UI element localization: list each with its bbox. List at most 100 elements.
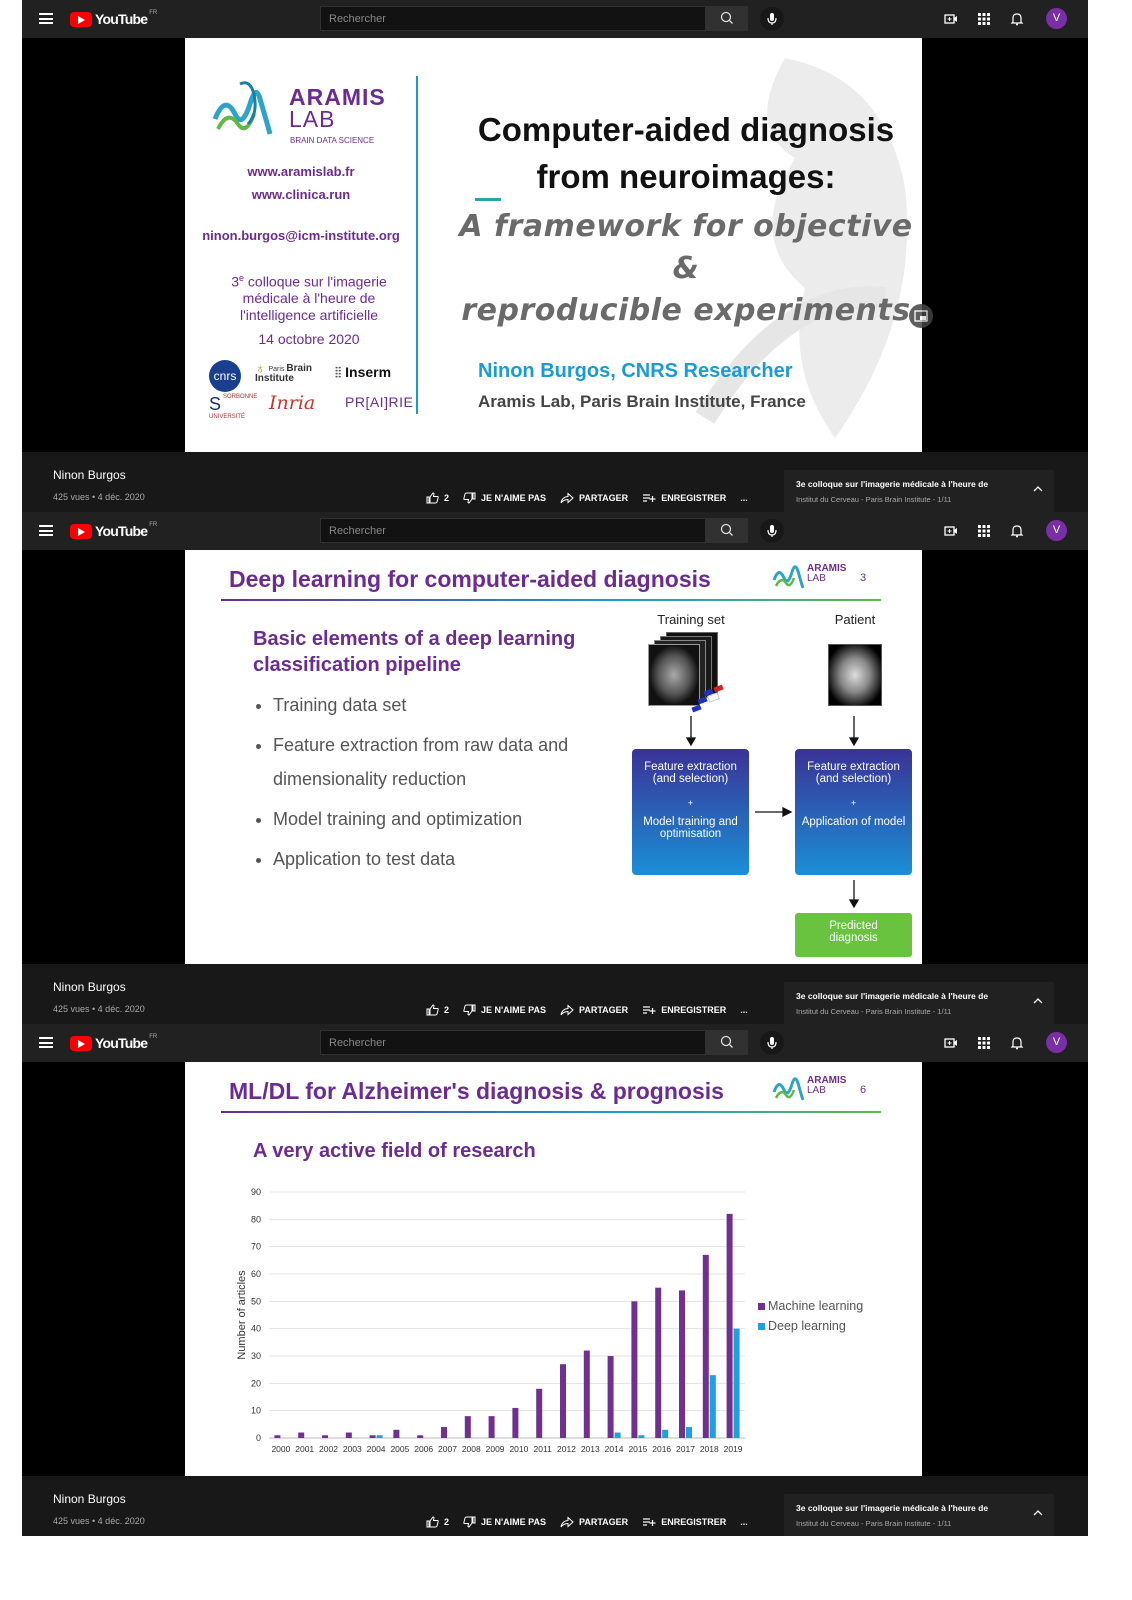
video-info-bar: Ninon Burgos 425 vues • 4 déc. 2020 2 JE…: [22, 964, 1088, 1024]
save-button[interactable]: ENREGISTRER: [642, 1516, 726, 1528]
search-input[interactable]: Rechercher: [320, 6, 706, 31]
chevron-up-icon[interactable]: [1032, 996, 1044, 1006]
share-button[interactable]: PARTAGER: [560, 492, 628, 504]
paris-brain-institute-logo: ♁ Paris Brain Institute: [255, 360, 312, 384]
voice-search-button[interactable]: [760, 1031, 784, 1055]
apps-icon[interactable]: [977, 1036, 991, 1050]
like-button[interactable]: 2: [426, 1004, 449, 1016]
menu-icon[interactable]: [39, 525, 53, 536]
save-icon: [643, 1006, 656, 1014]
channel-name[interactable]: Ninon Burgos: [53, 1492, 126, 1506]
bar-deep-learning: [733, 1328, 740, 1438]
playlist-title: 3e colloque sur l'imagerie médicale à l'…: [796, 479, 989, 489]
search-input[interactable]: Rechercher: [320, 1030, 706, 1055]
y-tick-label: 70: [251, 1242, 261, 1252]
miniplayer-icon: [914, 310, 928, 322]
create-video-icon[interactable]: [944, 1036, 958, 1050]
event-info: 3e colloque sur l'imagerie médicale à l'…: [231, 273, 387, 348]
create-video-icon[interactable]: [944, 524, 958, 538]
search-button[interactable]: [706, 6, 748, 31]
share-button[interactable]: PARTAGER: [560, 1004, 628, 1016]
bar-machine-learning: [536, 1388, 543, 1438]
bar-machine-learning: [583, 1350, 590, 1438]
dislike-button[interactable]: JE N'AIME PAS: [463, 1516, 546, 1528]
search-button[interactable]: [706, 518, 748, 543]
more-actions-button[interactable]: ...: [740, 493, 748, 503]
slide-deep-learning: Deep learning for computer-aided diagnos…: [185, 550, 922, 964]
avatar[interactable]: V: [1046, 520, 1067, 541]
lab-tagline: BRAIN DATA SCIENCE: [290, 136, 375, 145]
channel-name[interactable]: Ninon Burgos: [53, 468, 126, 482]
search-input[interactable]: Rechercher: [320, 518, 706, 543]
top-bar: YouTube FR Rechercher V: [22, 512, 1088, 550]
youtube-logo[interactable]: YouTube FR: [70, 10, 157, 28]
bar-machine-learning: [345, 1432, 352, 1438]
bell-icon[interactable]: [1010, 524, 1024, 538]
playlist-panel[interactable]: 3e colloque sur l'imagerie médicale à l'…: [784, 982, 1054, 1024]
overlay-button[interactable]: [909, 304, 933, 328]
bar-machine-learning: [679, 1290, 685, 1438]
legend-swatch: [758, 1303, 765, 1310]
vertical-divider: [416, 76, 418, 414]
avatar[interactable]: V: [1046, 8, 1067, 29]
x-tick-label: 2010: [509, 1444, 528, 1454]
bell-icon[interactable]: [1010, 1036, 1024, 1050]
like-button[interactable]: 2: [426, 1516, 449, 1528]
like-button[interactable]: 2: [426, 492, 449, 504]
voice-search-button[interactable]: [760, 7, 784, 31]
chevron-up-icon[interactable]: [1032, 484, 1044, 494]
playlist-panel[interactable]: 3e colloque sur l'imagerie médicale à l'…: [784, 1494, 1054, 1536]
bell-icon[interactable]: [1010, 12, 1024, 26]
save-button[interactable]: ENREGISTRER: [642, 1004, 726, 1016]
playlist-panel[interactable]: 3e colloque sur l'imagerie médicale à l'…: [784, 470, 1054, 512]
chevron-up-icon[interactable]: [1032, 1508, 1044, 1518]
playlist-title: 3e colloque sur l'imagerie médicale à l'…: [796, 991, 989, 1001]
dislike-button[interactable]: JE N'AIME PAS: [463, 492, 546, 504]
y-tick-label: 40: [251, 1324, 261, 1334]
like-icon: [426, 1516, 439, 1528]
lab-urls: www.aramislab.fr www.clinica.run: [247, 164, 355, 202]
x-tick-label: 2006: [414, 1444, 433, 1454]
menu-icon[interactable]: [39, 1037, 53, 1048]
more-actions-button[interactable]: ...: [740, 1005, 748, 1015]
predicted-diagnosis-box: Predicted diagnosis: [795, 913, 912, 957]
save-button[interactable]: ENREGISTRER: [642, 492, 726, 504]
search-icon: [720, 11, 733, 24]
apps-icon[interactable]: [977, 524, 991, 538]
y-tick-label: 10: [251, 1406, 261, 1416]
youtube-logo[interactable]: YouTube FR: [70, 1034, 157, 1052]
dislike-icon: [463, 1004, 476, 1016]
x-tick-label: 2017: [676, 1444, 695, 1454]
inria-logo: Inria: [269, 392, 316, 414]
share-icon: [560, 1004, 574, 1016]
accent-bar: [475, 198, 501, 201]
slide-main-title: Computer-aided diagnosis from neuroimage…: [477, 111, 895, 195]
sorbonne-logo: S SORBONNE UNIVERSITÉ: [209, 394, 258, 420]
create-video-icon[interactable]: [944, 12, 958, 26]
bar-deep-learning: [662, 1429, 669, 1438]
bar-machine-learning: [322, 1435, 328, 1438]
share-button[interactable]: PARTAGER: [560, 1516, 628, 1528]
mic-icon: [767, 525, 777, 537]
search-button[interactable]: [706, 1030, 748, 1055]
apps-icon[interactable]: [977, 12, 991, 26]
video-panel-3: YouTube FR Rechercher V ML/DL for Alzhei…: [22, 1024, 1088, 1536]
x-tick-label: 2013: [581, 1444, 600, 1454]
more-actions-button[interactable]: ...: [740, 1517, 748, 1527]
prairie-logo: PR[AI]RIE: [345, 394, 414, 410]
slide-chart: ML/DL for Alzheimer's diagnosis & progno…: [185, 1062, 922, 1476]
share-icon: [560, 1516, 574, 1528]
legend-label: Machine learning: [768, 1299, 863, 1313]
channel-name[interactable]: Ninon Burgos: [53, 980, 126, 994]
youtube-logo[interactable]: YouTube FR: [70, 522, 157, 540]
voice-search-button[interactable]: [760, 519, 784, 543]
menu-icon[interactable]: [39, 13, 53, 24]
dislike-button[interactable]: JE N'AIME PAS: [463, 1004, 546, 1016]
y-tick-label: 60: [251, 1269, 261, 1279]
share-icon: [560, 492, 574, 504]
search-icon: [720, 1035, 733, 1048]
speaker-name: Ninon Burgos, CNRS Researcher: [478, 360, 793, 382]
avatar[interactable]: V: [1046, 1032, 1067, 1053]
like-icon: [426, 1004, 439, 1016]
x-tick-label: 2014: [605, 1444, 624, 1454]
